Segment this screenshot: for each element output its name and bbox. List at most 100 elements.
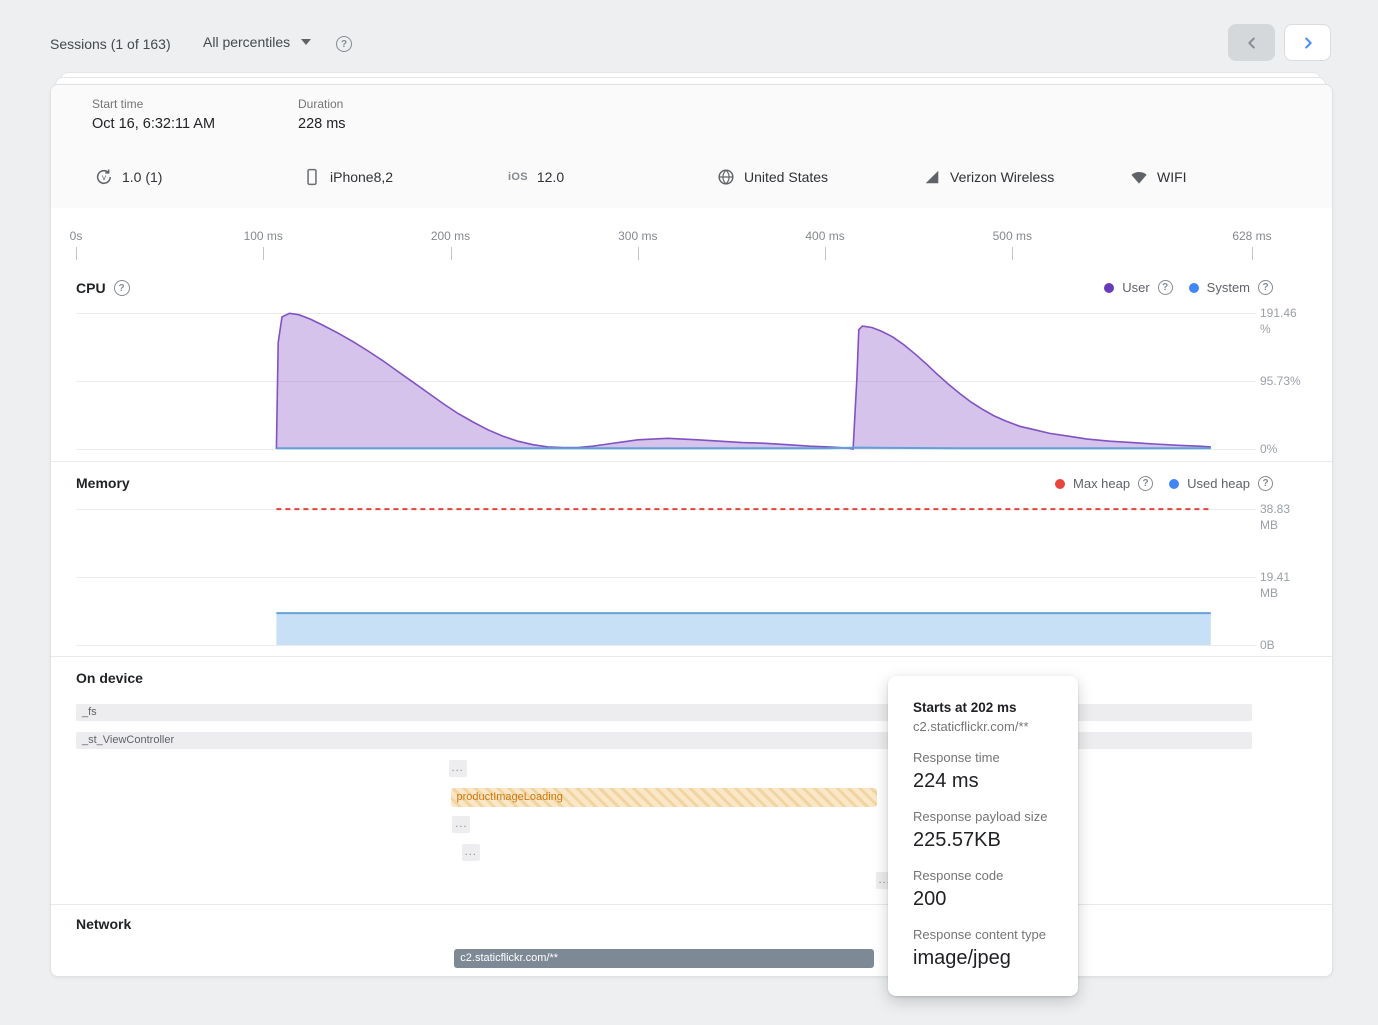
tooltip-field-label: Response time	[913, 750, 1056, 765]
cpu-help-icon[interactable]: ?	[114, 280, 130, 296]
legend-item[interactable]: User?	[1104, 280, 1172, 295]
memory-section-title: Memory	[76, 475, 130, 491]
memory-section: Memory Max heap?Used heap? 38.83 MB19.41…	[51, 461, 1332, 657]
field-value: Oct 16, 6:32:11 AM	[92, 116, 215, 132]
network-rows: c2.staticflickr.com/**	[51, 905, 1332, 977]
user-area	[276, 313, 1210, 449]
timeline-tick-label: 0s	[50, 229, 116, 243]
tooltip-field-value: 224 ms	[913, 770, 1056, 793]
device-attribute-text: 12.0	[537, 169, 564, 185]
timeline-tick-label: 500 ms	[972, 229, 1052, 243]
timeline-tick-label: 100 ms	[223, 229, 303, 243]
tooltip-field-label: Response content type	[913, 927, 1056, 942]
y-axis-label: 191.46 %	[1260, 305, 1308, 337]
legend-help-icon[interactable]: ?	[1258, 476, 1273, 491]
device-attribute-text: WIFI	[1157, 169, 1187, 185]
sessions-count-label: Sessions (1 of 163)	[50, 36, 171, 52]
collapsed-trace-chip[interactable]: ...	[462, 844, 480, 861]
tooltip-field: Response time 224 ms	[913, 750, 1056, 793]
section-title-text: Memory	[76, 475, 130, 491]
network-request-tooltip: Starts at 202 ms c2.staticflickr.com/** …	[888, 676, 1078, 996]
field-label: Start time	[92, 97, 215, 111]
device-attribute: iOS12.0	[508, 146, 564, 208]
legend-item[interactable]: System?	[1189, 280, 1273, 295]
device-attribute: v 1.0 (1)	[95, 146, 162, 208]
app-version-icon: v	[95, 168, 113, 186]
device-attribute: WIFI	[1130, 146, 1187, 208]
device-attribute: iPhone8,2	[303, 146, 393, 208]
phone-icon	[303, 168, 321, 186]
legend-help-icon[interactable]: ?	[1158, 280, 1173, 295]
legend-dot-icon	[1169, 479, 1179, 489]
y-axis-label: 0%	[1260, 441, 1308, 457]
device-attribute-text: 1.0 (1)	[122, 169, 162, 185]
tooltip-field-value: 225.57KB	[913, 829, 1056, 852]
tooltip-field: Response code200	[913, 868, 1056, 911]
legend-item[interactable]: Max heap?	[1055, 476, 1153, 491]
trace-rows: _fs_st_ViewController...productImageLoad…	[51, 657, 1332, 905]
percentiles-dropdown-label: All percentiles	[203, 34, 290, 50]
tooltip-field-label: Response payload size	[913, 809, 1056, 824]
legend-dot-icon	[1104, 283, 1114, 293]
memory-legend: Max heap?Used heap?	[1055, 476, 1273, 491]
legend-help-icon[interactable]: ?	[1138, 476, 1153, 491]
tooltip-field-value: image/jpeg	[913, 947, 1056, 970]
chevron-left-icon	[1243, 34, 1261, 52]
tooltip-title: Starts at 202 ms	[913, 700, 1056, 715]
y-axis-label: 19.41 MB	[1260, 569, 1308, 601]
chevron-right-icon	[1299, 34, 1317, 52]
tooltip-field-value: 200	[913, 888, 1056, 911]
wifi-icon	[1130, 168, 1148, 186]
device-attribute: United States	[717, 146, 828, 208]
trace-bar[interactable]: productImageLoading	[451, 788, 878, 807]
timeline-tick-mark	[638, 247, 639, 260]
percentiles-dropdown[interactable]: All percentiles	[203, 34, 311, 50]
legend-label: Used heap	[1187, 476, 1250, 491]
tooltip-url: c2.staticflickr.com/**	[913, 719, 1056, 734]
start-time-field: Start time Oct 16, 6:32:11 AM	[92, 97, 215, 132]
session-info-row: Start time Oct 16, 6:32:11 AM Duration 2…	[51, 85, 1332, 147]
memory-chart[interactable]	[76, 506, 1256, 647]
timeline-tick-mark	[451, 247, 452, 260]
chevron-down-icon	[301, 39, 311, 45]
on-device-section: On device _fs_st_ViewController...produc…	[51, 656, 1332, 905]
section-title-text: CPU	[76, 280, 106, 296]
legend-label: Max heap	[1073, 476, 1130, 491]
timeline-tick-mark	[825, 247, 826, 260]
percentiles-help-icon[interactable]: ?	[336, 36, 352, 52]
collapsed-trace-chip[interactable]: ...	[449, 760, 467, 777]
legend-item[interactable]: Used heap?	[1169, 476, 1273, 491]
timeline-tick-label: 400 ms	[785, 229, 865, 243]
carrier-icon	[923, 168, 941, 186]
network-request-bar[interactable]: c2.staticflickr.com/**	[454, 949, 873, 968]
svg-text:v: v	[102, 173, 107, 182]
collapsed-trace-chip[interactable]: ...	[452, 816, 470, 833]
field-label: Duration	[298, 97, 346, 111]
next-session-button[interactable]	[1284, 24, 1331, 61]
cpu-section-title: CPU ?	[76, 280, 130, 296]
performance-session-page: Sessions (1 of 163) All percentiles ? St…	[0, 0, 1378, 1025]
timeline-tick-mark	[1012, 247, 1013, 260]
tooltip-fields: Response time 224 ms Response payload size…	[913, 750, 1056, 970]
timeline-axis: 0s100 ms200 ms300 ms400 ms500 ms628 ms	[51, 208, 1332, 261]
legend-label: User	[1122, 280, 1149, 295]
duration-field: Duration 228 ms	[298, 97, 346, 132]
timeline-tick-mark	[1252, 247, 1253, 260]
device-info-row: v 1.0 (1) iPhone8,2 iOS12.0 United States Ver…	[51, 146, 1332, 209]
tooltip-field: Response payload size 225.57KB	[913, 809, 1056, 852]
timeline-tick-label: 300 ms	[598, 229, 678, 243]
device-attribute-text: iPhone8,2	[330, 169, 393, 185]
legend-dot-icon	[1189, 283, 1199, 293]
network-section: Network c2.staticflickr.com/**	[51, 904, 1332, 977]
y-axis-label: 38.83 MB	[1260, 501, 1308, 533]
cpu-chart[interactable]	[76, 303, 1256, 451]
previous-session-button[interactable]	[1228, 24, 1275, 61]
legend-help-icon[interactable]: ?	[1258, 280, 1273, 295]
device-attribute: Verizon Wireless	[923, 146, 1054, 208]
used-heap-area	[276, 613, 1210, 645]
legend-label: System	[1207, 280, 1250, 295]
timeline-tick-mark	[76, 247, 77, 260]
field-value: 228 ms	[298, 116, 346, 132]
timeline-tick-label: 628 ms	[1212, 229, 1292, 243]
globe-icon	[717, 168, 735, 186]
